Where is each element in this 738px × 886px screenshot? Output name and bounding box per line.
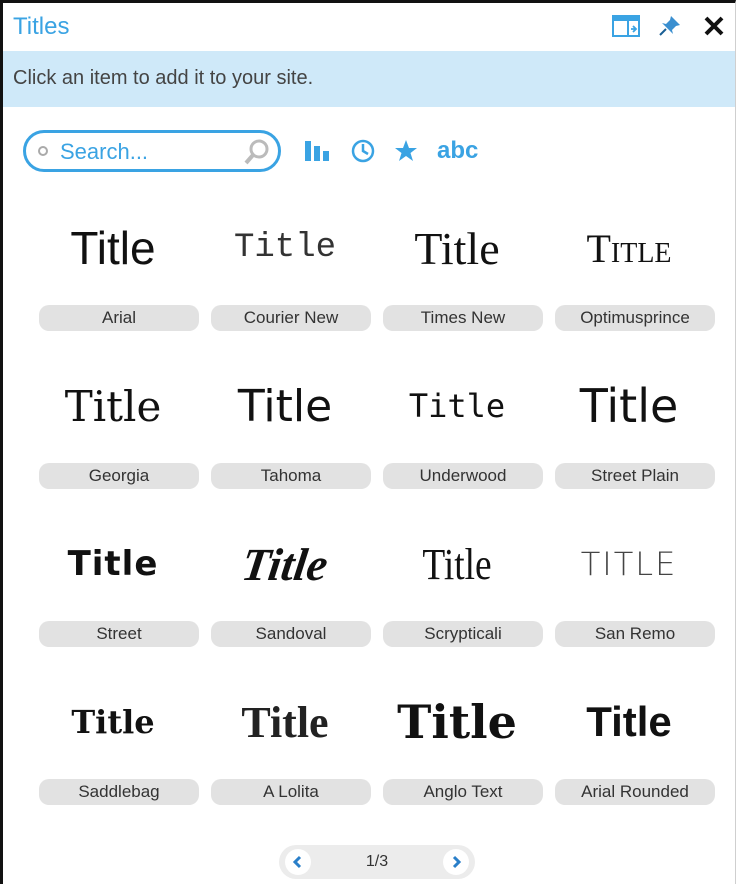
font-tile-street[interactable]: Title Street: [33, 519, 203, 677]
font-tile-georgia[interactable]: Title Georgia: [33, 361, 203, 519]
sort-tools: abc: [303, 137, 478, 165]
next-page-button[interactable]: [443, 849, 469, 875]
chevron-right-icon: [452, 855, 462, 869]
font-preview: Title: [580, 545, 678, 583]
font-row: Title Saddlebag Title A Lolita Title Ang…: [33, 677, 723, 835]
font-preview: Title: [579, 379, 679, 433]
header-actions: [611, 11, 729, 41]
font-preview: Title: [414, 222, 500, 274]
font-label: Street: [39, 621, 199, 647]
font-preview: Title: [70, 222, 156, 274]
instruction-text: Click an item to add it to your site.: [13, 67, 314, 89]
font-row: Title Street Title Sandoval Title Scrypt…: [33, 519, 723, 677]
filter-toolbar: abc: [23, 125, 715, 177]
font-preview: Title: [586, 698, 672, 745]
font-row: Title Arial Title Courier New Title Time…: [33, 203, 723, 361]
favorites-star-icon[interactable]: [393, 138, 419, 164]
panel-title: Titles: [13, 13, 70, 40]
font-label: Arial Rounded: [555, 779, 715, 805]
font-preview: Title: [586, 225, 672, 271]
font-tile-street-plain[interactable]: Title Street Plain: [549, 361, 719, 519]
font-tile-scrypticali[interactable]: Title Scrypticali: [377, 519, 547, 677]
font-tile-courier-new[interactable]: Title Courier New: [205, 203, 375, 361]
page-indicator: 1/3: [365, 853, 389, 870]
recent-clock-icon[interactable]: [351, 139, 375, 163]
chevron-left-icon: [292, 855, 302, 869]
panel-header: Titles: [3, 3, 735, 51]
font-tile-san-remo[interactable]: Title San Remo: [549, 519, 719, 677]
font-grid: Title Arial Title Courier New Title Time…: [33, 203, 723, 835]
font-tile-times-new[interactable]: Title Times New: [377, 203, 547, 361]
font-tile-tahoma[interactable]: Title Tahoma: [205, 361, 375, 519]
font-tile-saddlebag[interactable]: Title Saddlebag: [33, 677, 203, 835]
font-tile-arial-rounded[interactable]: Title Arial Rounded: [549, 677, 719, 835]
font-label: Underwood: [383, 463, 543, 489]
font-tile-underwood[interactable]: Title Underwood: [377, 361, 547, 519]
font-tile-a-lolita[interactable]: Title A Lolita: [205, 677, 375, 835]
font-preview: Title: [64, 381, 162, 431]
popular-sort-icon[interactable]: [303, 139, 333, 163]
font-preview: Title: [397, 695, 517, 749]
font-label: Sandoval: [211, 621, 371, 647]
font-label: Saddlebag: [39, 779, 199, 805]
font-preview: Title: [241, 697, 329, 747]
previous-page-button[interactable]: [285, 849, 311, 875]
font-label: Courier New: [211, 305, 371, 331]
font-preview: Title: [237, 380, 333, 432]
pagination: 1/3: [279, 845, 475, 879]
font-tile-optimusprince[interactable]: Title Optimusprince: [549, 203, 719, 361]
font-preview: Title: [408, 387, 506, 425]
font-preview: Title: [71, 703, 155, 741]
search-box: [23, 130, 281, 172]
font-label: San Remo: [555, 621, 715, 647]
font-preview: Title: [422, 539, 492, 589]
search-icon[interactable]: [242, 137, 272, 167]
instruction-bar: Click an item to add it to your site.: [3, 51, 735, 107]
font-label: Anglo Text: [383, 779, 543, 805]
font-label: Arial: [39, 305, 199, 331]
font-preview: Title: [233, 229, 337, 267]
search-dot-icon: [38, 146, 48, 156]
font-tile-anglo-text[interactable]: Title Anglo Text: [377, 677, 547, 835]
font-label: Scrypticali: [383, 621, 543, 647]
font-preview: Title: [67, 544, 159, 584]
search-input[interactable]: [58, 136, 242, 168]
font-label: Tahoma: [211, 463, 371, 489]
titles-panel: Titles Click an item to add it to your s…: [0, 0, 736, 884]
font-preview: Title: [238, 538, 332, 590]
dock-panel-icon[interactable]: [611, 11, 641, 41]
pin-icon[interactable]: [655, 11, 685, 41]
font-tile-arial[interactable]: Title Arial: [33, 203, 203, 361]
font-label: Georgia: [39, 463, 199, 489]
font-label: Street Plain: [555, 463, 715, 489]
font-label: Times New: [383, 305, 543, 331]
font-label: Optimusprince: [555, 305, 715, 331]
alphabetical-sort-button[interactable]: abc: [437, 137, 478, 165]
close-icon[interactable]: [699, 11, 729, 41]
font-label: A Lolita: [211, 779, 371, 805]
font-row: Title Georgia Title Tahoma Title Underwo…: [33, 361, 723, 519]
font-tile-sandoval[interactable]: Title Sandoval: [205, 519, 375, 677]
